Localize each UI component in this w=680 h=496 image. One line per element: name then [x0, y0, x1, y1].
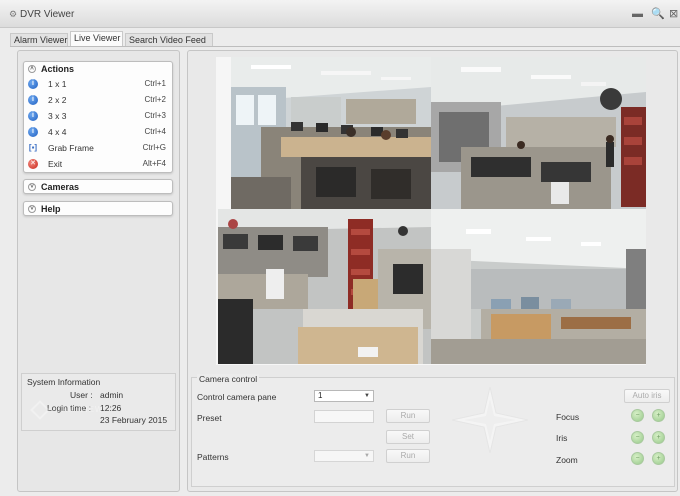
user-label: User : — [70, 390, 93, 400]
control-camera-pane-label: Control camera pane — [197, 392, 277, 402]
action-shortcut: Ctrl+G — [142, 143, 166, 152]
action-shortcut: Ctrl+4 — [144, 127, 166, 136]
iris-plus-button[interactable]: + — [652, 431, 665, 444]
chevron-down-icon: ▼ — [364, 393, 370, 399]
chevron-up-icon: ˄ — [28, 65, 36, 73]
patterns-select[interactable]: ▼ — [314, 450, 374, 462]
preset-input[interactable] — [314, 410, 374, 423]
action-label: 4 x 4 — [48, 127, 67, 137]
action-label: 1 x 1 — [48, 79, 67, 89]
action-shortcut: Ctrl+2 — [144, 95, 166, 104]
tab-divider — [10, 46, 680, 47]
zoom-plus-button[interactable]: + — [652, 452, 665, 465]
brand-watermark-logo: CAM VIEW — [30, 400, 123, 424]
system-information-title: System Information — [27, 377, 101, 387]
action-label: 2 x 2 — [48, 95, 67, 105]
actions-section: ˄ Actions i 1 x 1 Ctrl+1 i 2 x 2 Ctrl+2 … — [23, 61, 173, 173]
tab-search-video-feed[interactable]: Search Video Feed — [125, 33, 213, 46]
help-section[interactable]: ˅ Help — [23, 201, 173, 216]
tab-alarm-viewer[interactable]: Alarm Viewer — [10, 33, 68, 46]
camera-pane-1[interactable] — [231, 57, 431, 209]
preset-label: Preset — [197, 413, 222, 423]
action-label: 3 x 3 — [48, 111, 67, 121]
camera-pane-select[interactable]: 1 ▼ — [314, 390, 374, 402]
dvr-viewer-window: ⚙ DVR Viewer ▬ 🔍 ⊠ Alarm Viewer Live Vie… — [0, 0, 680, 496]
action-shortcut: Alt+F4 — [142, 159, 166, 168]
app-icon: ⚙ — [9, 9, 18, 19]
window-title: DVR Viewer — [20, 9, 75, 20]
minimize-icon[interactable]: ▬ — [632, 8, 643, 20]
close-icon: ✕ — [28, 159, 38, 169]
title-bar: ⚙ DVR Viewer ▬ 🔍 ⊠ — [0, 0, 680, 28]
cameras-header[interactable]: ˅ Cameras — [24, 180, 172, 194]
info-icon: i — [28, 95, 38, 105]
close-window-icon[interactable]: ⊠ — [669, 8, 680, 20]
help-header-label: Help — [41, 204, 61, 214]
info-icon: i — [28, 79, 38, 89]
action-grab-frame[interactable]: [▪] Grab Frame Ctrl+G — [24, 140, 172, 156]
zoom-minus-button[interactable]: − — [631, 452, 644, 465]
camera-feed-office-2 — [431, 57, 646, 209]
preset-set-button[interactable]: Set — [386, 430, 430, 444]
action-layout-4x4[interactable]: i 4 x 4 Ctrl+4 — [24, 124, 172, 140]
camera-feed-office-1 — [231, 57, 431, 209]
cameras-section[interactable]: ˅ Cameras — [23, 179, 173, 194]
camera-feed-office-4 — [431, 209, 646, 364]
video-grid-2x2 — [216, 57, 646, 365]
auto-iris-button[interactable]: Auto iris — [624, 389, 670, 403]
user-value: admin — [100, 390, 124, 400]
iris-minus-button[interactable]: − — [631, 431, 644, 444]
help-header[interactable]: ˅ Help — [24, 202, 172, 216]
sidebar: ˄ Actions i 1 x 1 Ctrl+1 i 2 x 2 Ctrl+2 … — [17, 50, 180, 492]
action-layout-3x3[interactable]: i 3 x 3 Ctrl+3 — [24, 108, 172, 124]
patterns-run-button[interactable]: Run — [386, 449, 430, 463]
preset-run-button[interactable]: Run — [386, 409, 430, 423]
camera-pane-2[interactable] — [431, 57, 646, 209]
camera-feed-office-3 — [218, 209, 431, 364]
camera-pane-select-value: 1 — [318, 391, 323, 400]
action-exit[interactable]: ✕ Exit Alt+F4 — [24, 156, 172, 172]
action-label: Exit — [48, 159, 63, 169]
camera-pane-4[interactable] — [431, 209, 646, 364]
camera-pane-3[interactable] — [218, 209, 431, 364]
ptz-direction-pad[interactable] — [450, 385, 530, 455]
info-icon: i — [28, 127, 38, 137]
action-shortcut: Ctrl+1 — [144, 79, 166, 88]
frame-icon: [▪] — [28, 143, 38, 152]
iris-label: Iris — [556, 433, 568, 443]
focus-minus-button[interactable]: − — [631, 409, 644, 422]
focus-label: Focus — [556, 412, 580, 422]
action-layout-2x2[interactable]: i 2 x 2 Ctrl+2 — [24, 92, 172, 108]
chevron-down-icon: ▼ — [364, 453, 370, 459]
cameras-header-label: Cameras — [41, 182, 80, 192]
focus-plus-button[interactable]: + — [652, 409, 665, 422]
info-icon: i — [28, 111, 38, 121]
action-shortcut: Ctrl+3 — [144, 111, 166, 120]
camera-control-title: Camera control — [197, 374, 260, 384]
patterns-label: Patterns — [197, 452, 229, 462]
tab-live-viewer[interactable]: Live Viewer — [70, 31, 123, 46]
zoom-label: Zoom — [556, 455, 578, 465]
chevron-down-icon: ˅ — [28, 205, 36, 213]
action-layout-1x1[interactable]: i 1 x 1 Ctrl+1 — [24, 76, 172, 92]
actions-header-label: Actions — [41, 64, 75, 74]
action-label: Grab Frame — [48, 143, 94, 153]
zoom-icon[interactable]: 🔍 — [651, 8, 665, 20]
chevron-down-icon: ˅ — [28, 183, 36, 191]
actions-header[interactable]: ˄ Actions — [24, 62, 172, 76]
